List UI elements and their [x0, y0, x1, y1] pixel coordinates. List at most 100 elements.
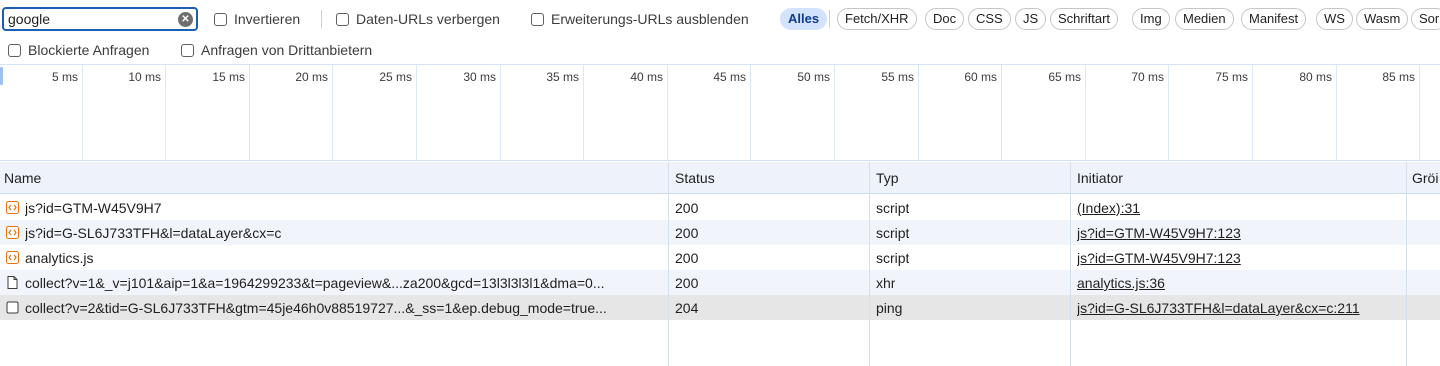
- request-initiator-link[interactable]: analytics.js:36: [1077, 275, 1165, 291]
- script-icon: [6, 201, 19, 214]
- column-header-name[interactable]: Name: [4, 170, 41, 186]
- type-chip-js[interactable]: JS: [1015, 8, 1047, 30]
- timeline-gridline: [165, 65, 166, 161]
- script-icon: [6, 226, 19, 239]
- column-divider[interactable]: [668, 162, 669, 366]
- timeline-gridline: [750, 65, 751, 161]
- third-party-item[interactable]: Anfragen von Drittanbietern: [181, 42, 372, 58]
- filter-search-input[interactable]: [8, 11, 176, 27]
- timeline-tick-label: 5 ms: [51, 70, 78, 84]
- third-party-checkbox[interactable]: [181, 43, 194, 57]
- type-chip-ws[interactable]: WS: [1316, 8, 1353, 30]
- timeline-tick-label: 75 ms: [1215, 70, 1248, 84]
- table-header: Name Status Typ Initiator Gröi: [0, 162, 1440, 194]
- network-filter-bar: ✕ Invertieren Daten-URLs verbergen Erwei…: [0, 0, 1440, 38]
- type-chip-css[interactable]: CSS: [968, 8, 1011, 30]
- timeline-gridline: [834, 65, 835, 161]
- request-initiator-link[interactable]: js?id=G-SL6J733TFH&l=dataLayer&cx=c:211: [1077, 300, 1360, 316]
- timeline-gridline: [1168, 65, 1169, 161]
- table-row[interactable]: analytics.js 200 script js?id=GTM-W45V9H…: [0, 245, 1440, 270]
- request-name: js?id=G-SL6J733TFH&l=dataLayer&cx=c: [25, 225, 282, 241]
- column-divider[interactable]: [1406, 162, 1407, 366]
- type-chip-fetch-xhr[interactable]: Fetch/XHR: [837, 8, 917, 30]
- request-type: script: [876, 225, 910, 241]
- timeline-gridline: [1085, 65, 1086, 161]
- hide-data-urls-label: Daten-URLs verbergen: [356, 11, 500, 27]
- column-divider[interactable]: [1070, 162, 1071, 366]
- table-row[interactable]: js?id=G-SL6J733TFH&l=dataLayer&cx=c 200 …: [0, 220, 1440, 245]
- request-status: 204: [675, 300, 699, 316]
- hide-data-urls-item[interactable]: Daten-URLs verbergen: [336, 11, 500, 27]
- request-type: ping: [876, 300, 903, 316]
- timeline-tick-label: 30 ms: [463, 70, 496, 84]
- invert-checkbox[interactable]: [214, 12, 227, 26]
- timeline-gridline: [416, 65, 417, 161]
- table-row[interactable]: collect?v=1&_v=j101&aip=1&a=1964299233&t…: [0, 270, 1440, 295]
- hide-data-urls-checkbox[interactable]: [336, 12, 349, 26]
- request-status: 200: [675, 200, 699, 216]
- timeline-tick-label: 45 ms: [713, 70, 746, 84]
- request-name: collect?v=1&_v=j101&aip=1&a=1964299233&t…: [25, 275, 605, 291]
- request-initiator-link[interactable]: js?id=GTM-W45V9H7:123: [1077, 250, 1241, 266]
- timeline-gridline: [500, 65, 501, 161]
- timeline-overview[interactable]: 5 ms 10 ms 15 ms 20 ms 25 ms 30 ms 35 ms 40 ms 4…: [0, 64, 1440, 161]
- timeline-tick-label: 65 ms: [1048, 70, 1081, 84]
- hide-extension-urls-label: Erweiterungs-URLs ausblenden: [551, 11, 749, 27]
- request-status: 200: [675, 250, 699, 266]
- type-chip-font[interactable]: Schriftart: [1050, 8, 1119, 30]
- request-name: js?id=GTM-W45V9H7: [25, 200, 162, 216]
- type-chip-doc[interactable]: Doc: [925, 8, 965, 30]
- column-header-status[interactable]: Status: [675, 170, 715, 186]
- blocked-requests-item[interactable]: Blockierte Anfragen: [8, 42, 149, 58]
- timeline-tick-label: 60 ms: [964, 70, 997, 84]
- column-header-type[interactable]: Typ: [876, 170, 899, 186]
- timeline-tick-label: 50 ms: [797, 70, 830, 84]
- request-status: 200: [675, 225, 699, 241]
- timeline-gridline: [82, 65, 83, 161]
- request-table: Name Status Typ Initiator Gröi js?id=GTM…: [0, 162, 1440, 366]
- blocked-requests-checkbox[interactable]: [8, 43, 21, 57]
- table-row[interactable]: collect?v=2&tid=G-SL6J733TFH&gtm=45je46h…: [0, 295, 1440, 320]
- timeline-gridline: [1001, 65, 1002, 161]
- third-party-label: Anfragen von Drittanbietern: [201, 42, 373, 58]
- timeline-gridline: [332, 65, 333, 161]
- timeline-gridline: [918, 65, 919, 161]
- divider: [829, 10, 830, 28]
- request-initiator-link[interactable]: (Index):31: [1077, 200, 1140, 216]
- request-status: 200: [675, 275, 699, 291]
- type-chip-wasm[interactable]: Wasm: [1356, 8, 1409, 30]
- filter-search-box[interactable]: ✕: [2, 7, 198, 31]
- timeline-tick-label: 85 ms: [1382, 70, 1415, 84]
- table-row[interactable]: js?id=GTM-W45V9H7 200 script (Index):31: [0, 195, 1440, 220]
- hide-extension-urls-checkbox[interactable]: [531, 12, 544, 26]
- request-name: analytics.js: [25, 250, 94, 266]
- timeline-tick-label: 55 ms: [881, 70, 914, 84]
- clear-search-icon[interactable]: ✕: [178, 12, 193, 27]
- hide-extension-urls-item[interactable]: Erweiterungs-URLs ausblenden: [531, 11, 749, 27]
- timeline-gridline: [1252, 65, 1253, 161]
- timeline-tick-label: 25 ms: [379, 70, 412, 84]
- timeline-tick-label: 20 ms: [295, 70, 328, 84]
- type-chip-all[interactable]: Alles: [780, 8, 828, 30]
- invert-checkbox-item[interactable]: Invertieren: [214, 11, 300, 27]
- timeline-tick-label: 80 ms: [1299, 70, 1332, 84]
- type-chip-img[interactable]: Img: [1132, 8, 1170, 30]
- type-chip-media[interactable]: Medien: [1175, 8, 1234, 30]
- column-header-initiator[interactable]: Initiator: [1077, 170, 1123, 186]
- timeline-gridline: [667, 65, 668, 161]
- timeline-tick-label: 40 ms: [630, 70, 663, 84]
- timeline-selection-handle[interactable]: [0, 67, 3, 85]
- column-header-size[interactable]: Gröi: [1412, 170, 1438, 186]
- request-name: collect?v=2&tid=G-SL6J733TFH&gtm=45je46h…: [25, 300, 607, 316]
- column-divider[interactable]: [869, 162, 870, 366]
- type-chip-manifest[interactable]: Manifest: [1241, 8, 1307, 30]
- ping-icon: [6, 301, 19, 314]
- script-icon: [6, 251, 19, 264]
- timeline-tick-label: 70 ms: [1131, 70, 1164, 84]
- timeline-gridline: [249, 65, 250, 161]
- type-chip-other[interactable]: Sor: [1411, 8, 1440, 30]
- request-initiator-link[interactable]: js?id=GTM-W45V9H7:123: [1077, 225, 1241, 241]
- invert-label: Invertieren: [234, 11, 301, 27]
- request-type: xhr: [876, 275, 896, 291]
- timeline-gridline: [1336, 65, 1337, 161]
